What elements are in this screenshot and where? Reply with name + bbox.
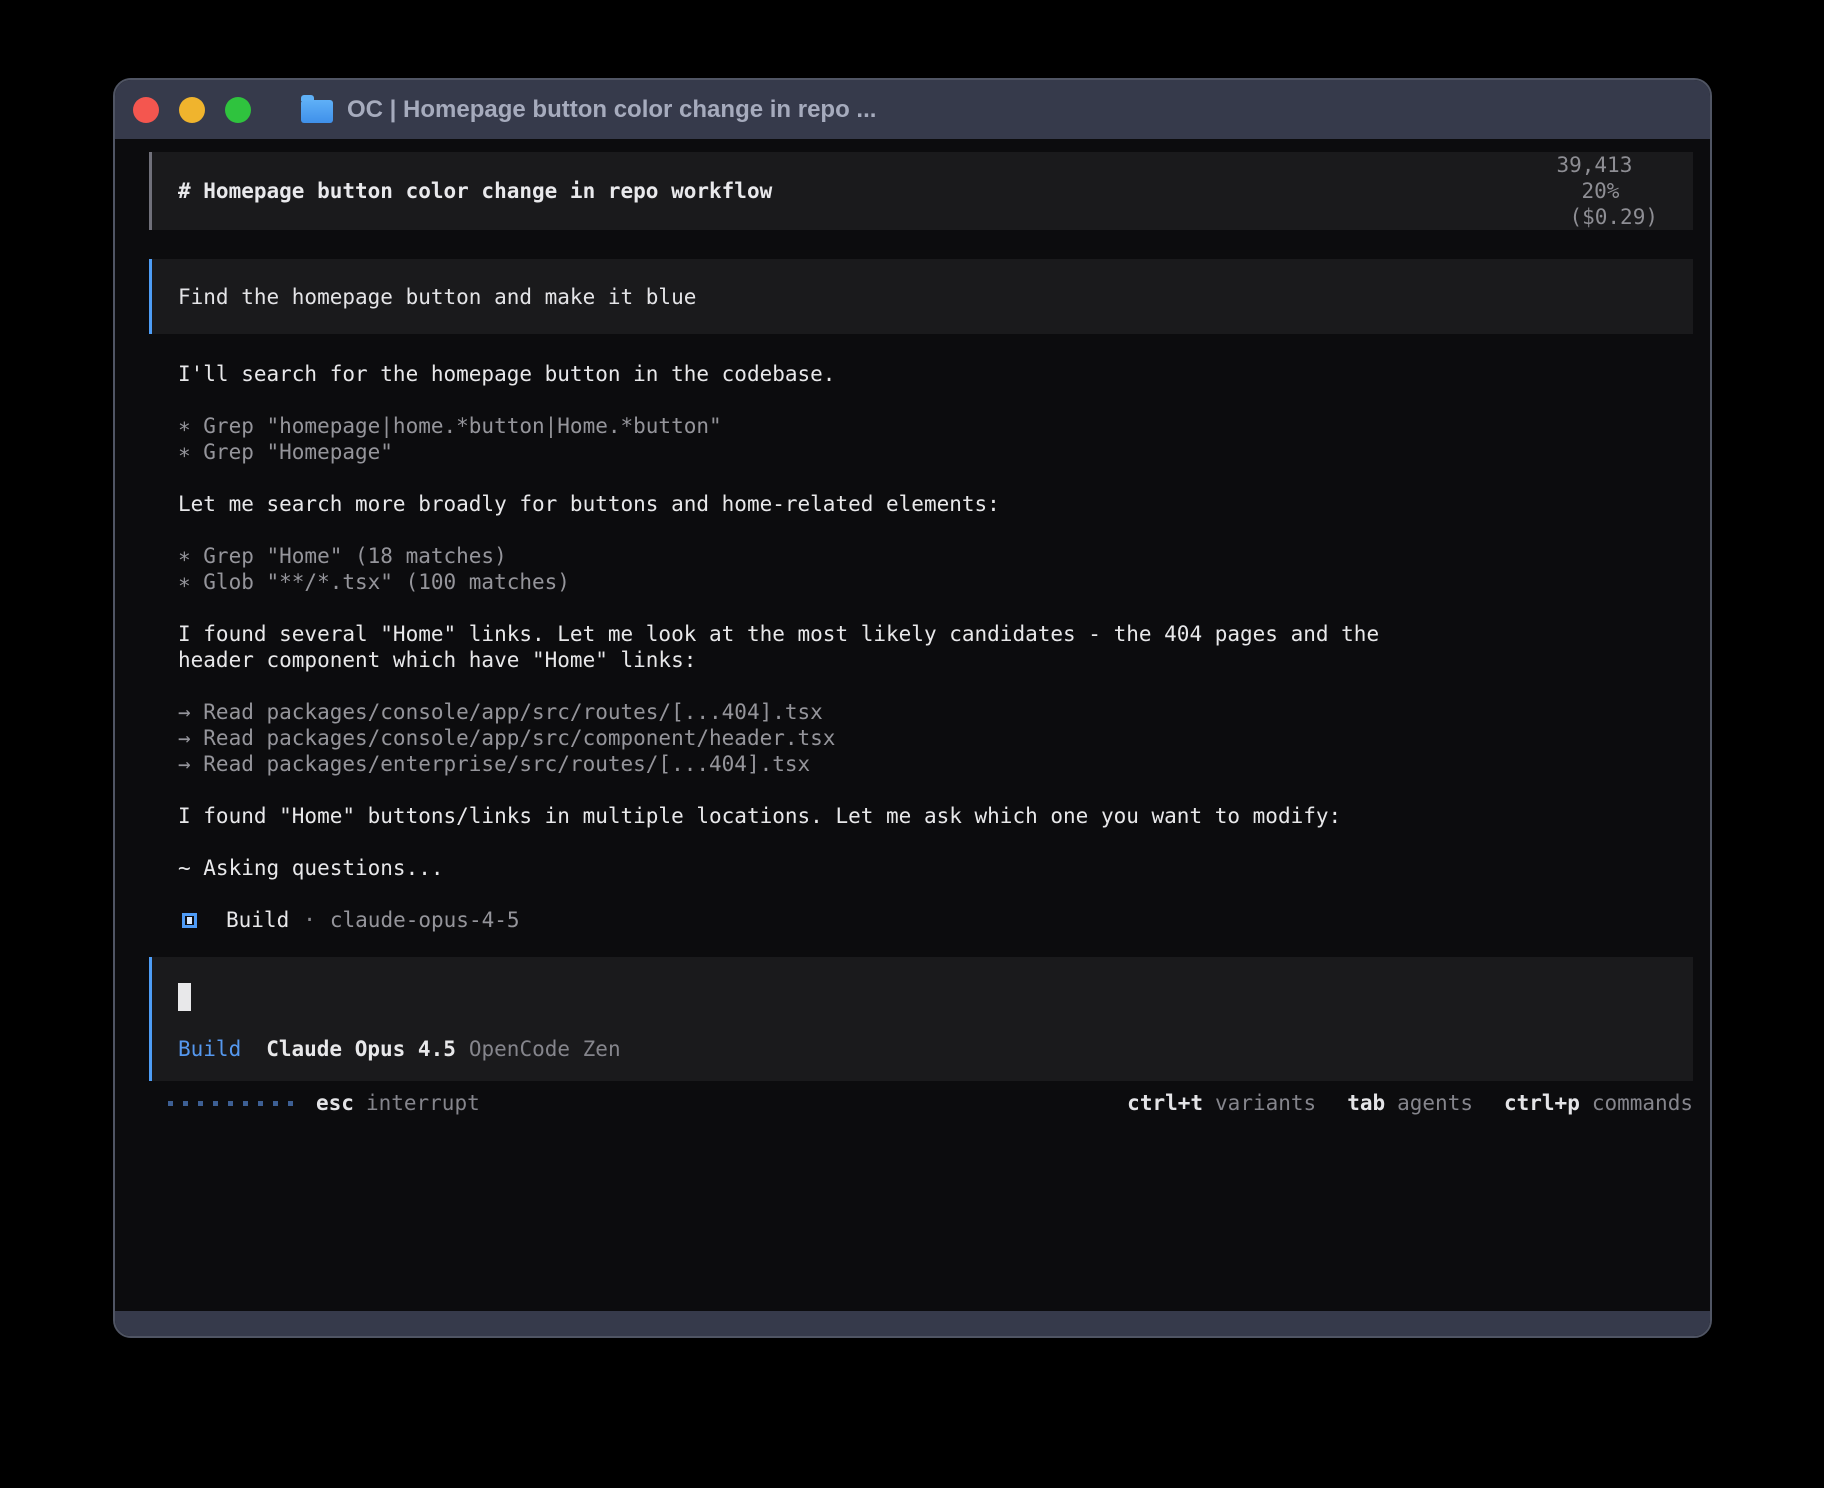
- spinner-dot: [243, 1101, 248, 1106]
- shortcut-label: variants: [1215, 1091, 1316, 1115]
- tool-call-line: ∗ Glob "**/*.tsx" (100 matches): [178, 569, 1404, 595]
- terminal-content: # Homepage button color change in repo w…: [115, 139, 1710, 1311]
- hint-esc-interrupt: esc interrupt: [316, 1090, 480, 1116]
- spinner-dot: [213, 1101, 218, 1106]
- agent-status-line: Build · claude-opus-4-5: [182, 907, 1693, 933]
- tool-call-line: → Read packages/console/app/src/componen…: [178, 725, 1404, 751]
- token-count: 39,413: [1556, 153, 1632, 177]
- assistant-text-line: I found "Home" buttons/links in multiple…: [178, 803, 1404, 829]
- session-stats: 39,413 20% ($0.29): [1430, 139, 1658, 256]
- tool-call-group: → Read packages/console/app/src/routes/[…: [178, 699, 1693, 777]
- session-header: # Homepage button color change in repo w…: [149, 152, 1693, 230]
- agent-status-model: claude-opus-4-5: [330, 907, 520, 933]
- spinner-dot: [198, 1101, 203, 1106]
- hint-ctrl-p-commands: ctrl+p commands: [1504, 1090, 1693, 1116]
- assistant-text-line: Let me search more broadly for buttons a…: [178, 491, 1404, 517]
- spinner-dot: [273, 1101, 278, 1106]
- spinner-dot: [168, 1101, 173, 1106]
- spinner-dot: [258, 1101, 263, 1106]
- traffic-lights: [133, 97, 251, 123]
- window-title: OC | Homepage button color change in rep…: [347, 96, 876, 124]
- provider-name: OpenCode Zen: [469, 1036, 621, 1062]
- input-meta: Build Claude Opus 4.5 OpenCode Zen: [178, 1036, 621, 1062]
- spinner-dot: [228, 1101, 233, 1106]
- assistant-text-line: I'll search for the homepage button in t…: [178, 361, 1404, 387]
- session-cost: ($0.29): [1569, 205, 1658, 229]
- spinner-dots: [168, 1101, 293, 1106]
- assistant-text-line: I found several "Home" links. Let me loo…: [178, 621, 1404, 673]
- terminal-window: OC | Homepage button color change in rep…: [113, 78, 1712, 1338]
- folder-icon: [301, 100, 333, 123]
- tool-call-group: ∗ Grep "Home" (18 matches)∗ Glob "**/*.t…: [178, 543, 1693, 595]
- agent-status-label: Build: [226, 907, 289, 933]
- shortcut-key: ctrl+p: [1504, 1091, 1580, 1115]
- zoom-button[interactable]: [225, 97, 251, 123]
- user-message-text: Find the homepage button and make it blu…: [178, 284, 696, 310]
- agent-status-separator: ·: [303, 907, 316, 933]
- desktop-background: OC | Homepage button color change in rep…: [0, 0, 1824, 1488]
- window-bottom-edge: [115, 1311, 1710, 1336]
- hint-ctrl-t-variants: ctrl+t variants: [1127, 1090, 1316, 1116]
- model-name[interactable]: Claude Opus 4.5: [266, 1036, 456, 1062]
- minimize-button[interactable]: [179, 97, 205, 123]
- assistant-text: I found several "Home" links. Let me loo…: [178, 621, 1693, 673]
- conversation: I'll search for the homepage button in t…: [178, 361, 1693, 881]
- user-message: Find the homepage button and make it blu…: [149, 259, 1693, 334]
- spinner-dot: [183, 1101, 188, 1106]
- assistant-text: I found "Home" buttons/links in multiple…: [178, 803, 1693, 829]
- tool-call-line: ∗ Grep "homepage|home.*button|Home.*butt…: [178, 413, 1404, 439]
- text-cursor: [178, 983, 191, 1011]
- window-titlebar[interactable]: OC | Homepage button color change in rep…: [115, 80, 1710, 139]
- tool-call-line: → Read packages/console/app/src/routes/[…: [178, 699, 1404, 725]
- assistant-text: ~ Asking questions...: [178, 855, 1693, 881]
- assistant-text: I'll search for the homepage button in t…: [178, 361, 1693, 387]
- status-bar: escinterrupt ctrl+tvariantstabagentsctrl…: [149, 1090, 1693, 1116]
- shortcut-key: esc: [316, 1091, 354, 1115]
- session-title: # Homepage button color change in repo w…: [178, 178, 772, 204]
- hint-tab-agents: tab agents: [1347, 1090, 1473, 1116]
- agent-badge[interactable]: Build: [178, 1036, 241, 1062]
- context-percent: 20%: [1581, 179, 1619, 203]
- shortcut-key: ctrl+t: [1127, 1091, 1203, 1115]
- prompt-input[interactable]: Build Claude Opus 4.5 OpenCode Zen: [149, 957, 1693, 1081]
- shortcut-hints: ctrl+t variants tab agents ctrl+p commands: [1127, 1090, 1693, 1116]
- tool-call-line: ∗ Grep "Homepage": [178, 439, 1404, 465]
- shortcut-key: tab: [1347, 1091, 1385, 1115]
- tool-call-line: → Read packages/enterprise/src/routes/[.…: [178, 751, 1404, 777]
- title-group: OC | Homepage button color change in rep…: [301, 96, 876, 124]
- spinner-dot: [288, 1101, 293, 1106]
- assistant-text-line: ~ Asking questions...: [178, 855, 1404, 881]
- agent-square-icon: [182, 913, 197, 928]
- shortcut-label: commands: [1592, 1091, 1693, 1115]
- tool-call-group: ∗ Grep "homepage|home.*button|Home.*butt…: [178, 413, 1693, 465]
- close-button[interactable]: [133, 97, 159, 123]
- tool-call-line: ∗ Grep "Home" (18 matches): [178, 543, 1404, 569]
- shortcut-label: interrupt: [366, 1091, 480, 1115]
- assistant-text: Let me search more broadly for buttons a…: [178, 491, 1693, 517]
- shortcut-label: agents: [1397, 1091, 1473, 1115]
